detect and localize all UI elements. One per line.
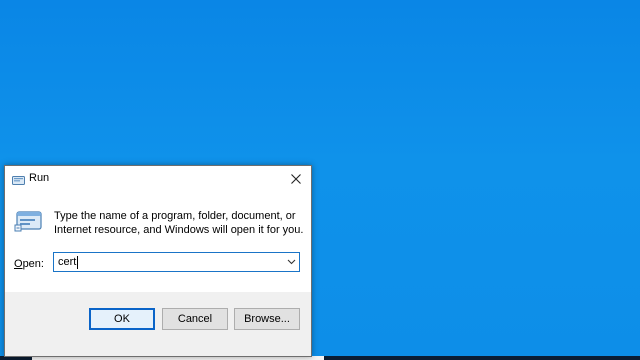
open-input-value[interactable]: cert (58, 256, 76, 268)
dialog-description: Type the name of a program, folder, docu… (54, 210, 304, 236)
cancel-button[interactable]: Cancel (162, 308, 228, 330)
browse-button[interactable]: Browse... (234, 308, 300, 330)
dialog-body: Type the name of a program, folder, docu… (5, 192, 311, 292)
open-dropdown-button[interactable] (284, 254, 298, 270)
chevron-down-icon (287, 259, 295, 265)
close-button[interactable] (281, 166, 311, 192)
open-combobox[interactable]: cert (53, 252, 300, 272)
run-dialog: Run Type the name of a program, folder, … (4, 165, 312, 357)
title-bar[interactable]: Run (5, 166, 311, 192)
run-icon (14, 210, 43, 234)
dialog-footer: OK Cancel Browse... (5, 292, 311, 356)
run-app-icon (12, 173, 25, 185)
open-label: Open: (14, 258, 44, 270)
text-caret (77, 256, 78, 269)
open-label-accelerator: O (14, 258, 23, 270)
window-title: Run (29, 172, 50, 184)
open-label-text: pen: (22, 258, 44, 270)
close-icon (291, 174, 301, 184)
ok-button[interactable]: OK (89, 308, 155, 330)
